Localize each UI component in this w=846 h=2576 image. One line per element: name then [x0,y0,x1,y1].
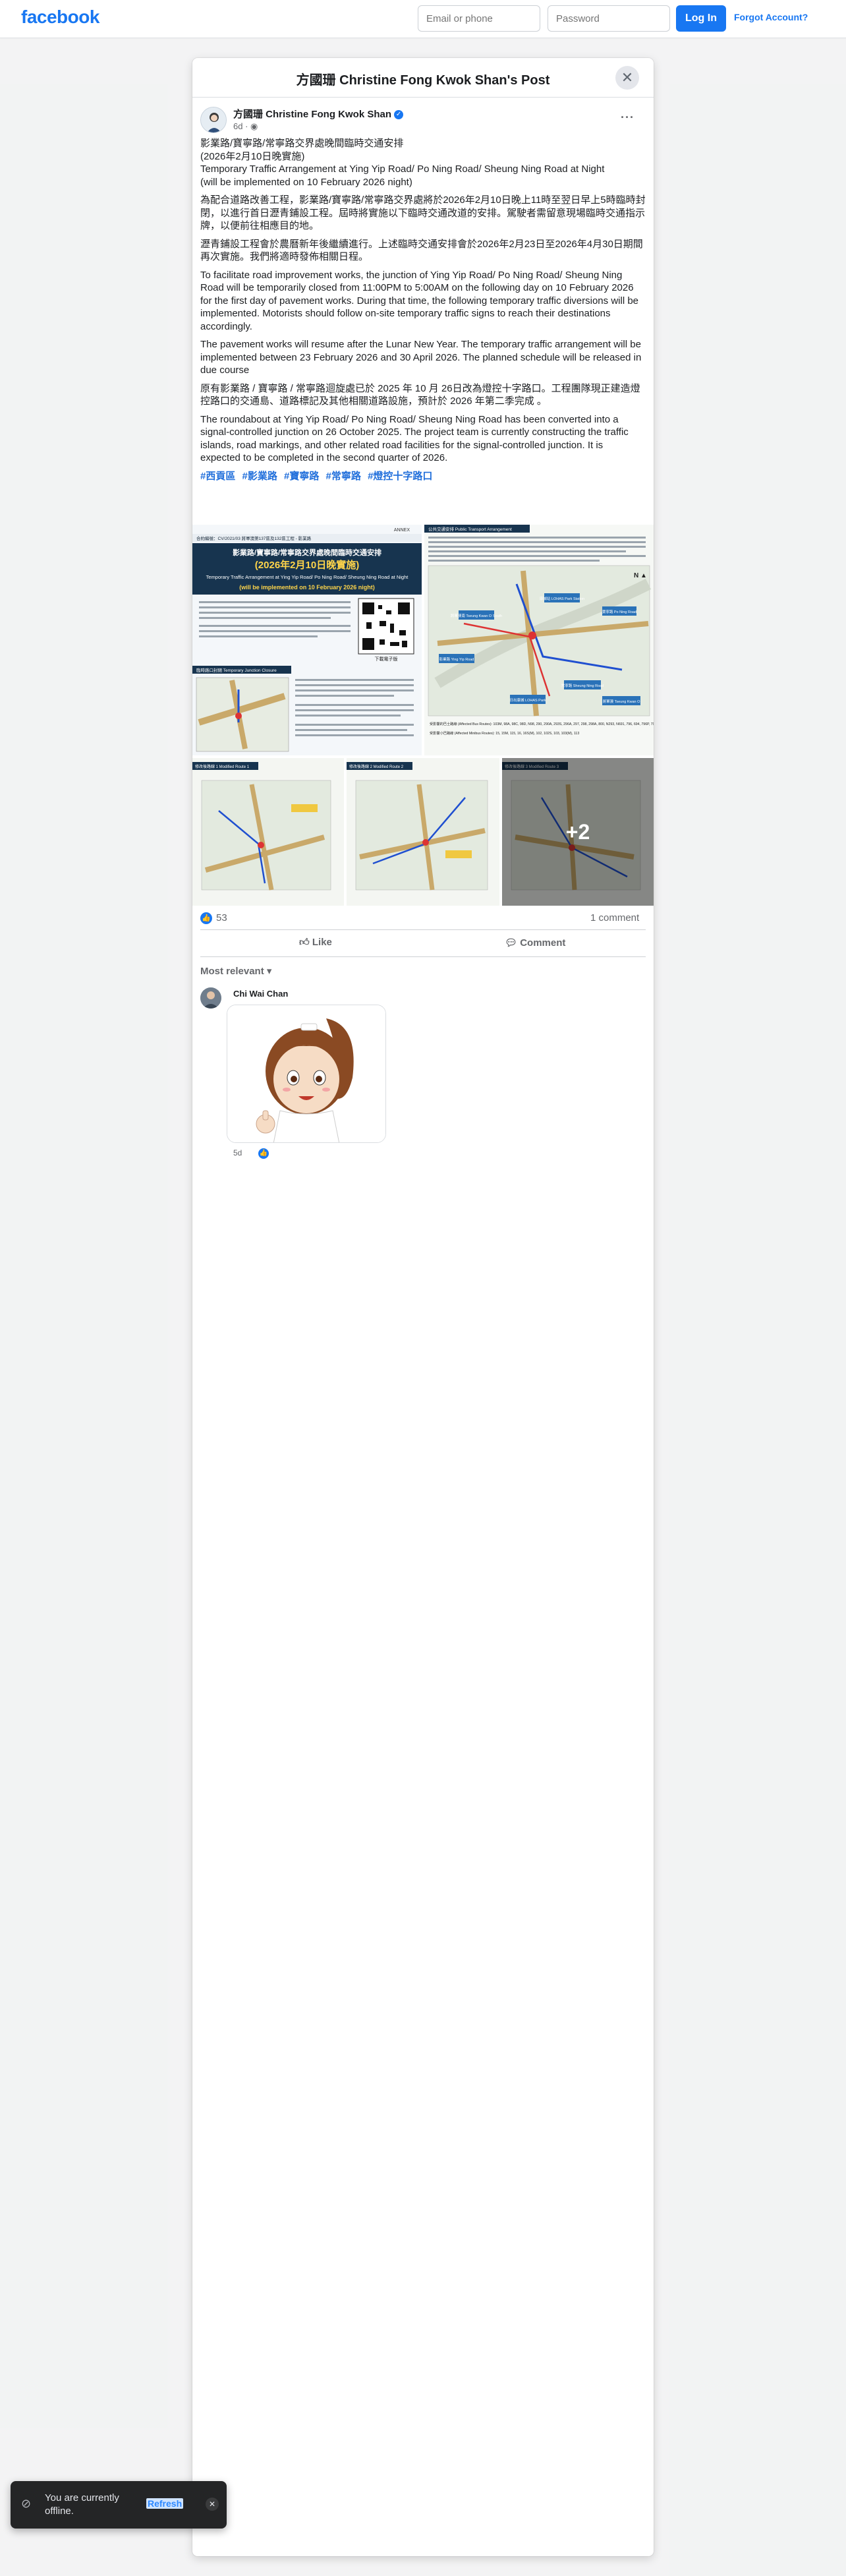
sticker-graphic [227,1005,385,1142]
reaction-count: 53 [216,912,227,923]
top-nav-bar: facebook Log In Forgot Account? [0,0,846,38]
commenter-avatar[interactable] [200,987,221,1009]
route-map-title: 修改後路線 2 Modified Route 2 [349,764,404,769]
comment-button[interactable]: 💬︎ Comment [505,937,565,949]
post-image-grid: ANNEX 合約編號：CV/2021/03 將軍澳第137區及132區工程 - … [192,525,654,907]
wifi-off-icon: ⊘ [21,2497,32,2510]
password-input[interactable] [548,5,670,32]
hashtag-link[interactable]: #燈控十字路口 [368,471,432,482]
post-image-poster[interactable]: ANNEX 合約編號：CV/2021/03 將軍澳第137區及132區工程 - … [192,525,422,755]
post-action-bar: 👍︎ Like 💬︎ Comment [200,929,646,957]
map-graphic: 公共交通安排 Public Transport Arrangement 將軍澳南… [424,525,654,755]
more-images-overlay[interactable]: +2 [502,758,654,906]
post-paragraph: 瀝青鋪設工程會於農曆新年後繼續進行。上述臨時交通安排會於2026年2月23日至2… [200,238,643,263]
poster-qr-label: 下載電子版 [375,656,398,662]
post-image-route-1[interactable]: 修改後路線 1 Modified Route 1 [192,758,344,906]
map-label: 將軍澳 Tseung Kwan O [603,699,641,704]
poster-title-zh: 影業路/寶寧路/常寧路交界處晚間臨時交通安排 [233,548,381,557]
hashtag-link[interactable]: #常寧路 [326,471,361,482]
north-arrow-icon: N ▲ [634,572,647,579]
commenter-avatar-image [200,987,221,1009]
post-time[interactable]: 6d [233,121,242,131]
post-modal: 方國珊 Christine Fong Kwok Shan's Post ✕ 方國… [192,58,654,2556]
post-image-route-2[interactable]: 修改後路線 2 Modified Route 2 [347,758,499,906]
poster-date-en: (will be implemented on 10 February 2026… [239,584,375,591]
post-paragraph: To facilitate road improvement works, th… [200,269,639,332]
comment-label: Comment [520,937,566,949]
map-label: 常寧路 Sheung Ning Road [561,683,604,688]
map-label: 寶寧路 Po Ning Road [602,609,636,614]
map-label: 日出康城 LOHAS Park [509,697,546,703]
author-avatar[interactable] [200,107,227,133]
sort-label: Most relevant [200,966,264,977]
post-paragraph: 影業路/寶寧路/常寧路交界處晚間臨時交通安排 (2026年2月10日晚實施) T… [200,138,605,188]
refresh-button[interactable]: Refresh [146,2498,184,2509]
map-footer: 受影響小巴路線 (Affected Minibus Routes): 15, 1… [430,730,579,736]
offline-message: You are currently offline. [45,2492,119,2517]
comment-sticker [227,1005,386,1143]
comment-sort-dropdown[interactable]: Most relevant ▾ [200,965,271,977]
post-meta: 6d · ◉ [233,121,258,131]
post-image-route-3[interactable]: 修改後路線 3 Modified Route 3 +2 [502,758,654,906]
post-body: 影業路/寶寧路/常寧路交界處晚間臨時交通安排 (2026年2月10日晚實施) T… [200,137,646,483]
map-section-title: 公共交通安排 Public Transport Arrangement [428,526,512,532]
like-label: Like [312,937,332,948]
author-name[interactable]: 方國珊 Christine Fong Kwok Shan [233,109,391,120]
route-map-graphic: 修改後路線 1 Modified Route 1 [192,758,344,906]
hashtag-link[interactable]: #寶寧路 [284,471,319,482]
modal-header: 方國珊 Christine Fong Kwok Shan's Post ✕ [192,58,654,98]
post-paragraph: 為配合道路改善工程，影業路/寶寧路/常寧路交界處將於2026年2月10日晚上11… [200,194,646,231]
comment-time[interactable]: 5d [233,1148,242,1157]
comment-like-reaction-icon[interactable]: 👍 [258,1148,269,1159]
offline-toast: ⊘ You are currently offline. Refresh ✕ [11,2481,227,2529]
close-icon[interactable]: ✕ [206,2498,219,2511]
poster-contract: 合約編號：CV/2021/03 將軍澳第137區及132區工程 - 影業路 [196,535,312,541]
like-reaction-icon: 👍 [200,912,212,925]
poster-title-en: Temporary Traffic Arrangement at Ying Yi… [206,574,409,580]
login-button[interactable]: Log In [676,5,726,32]
post-image-map[interactable]: 公共交通安排 Public Transport Arrangement 將軍澳南… [424,525,654,755]
map-label: 將軍澳南 Tseung Kwan O South [451,613,502,618]
globe-icon: ◉ [250,121,258,131]
comment-count[interactable]: 1 comment [590,912,639,923]
route-map-graphic: 修改後路線 2 Modified Route 2 [347,758,499,906]
map-label: 影業路 Ying Yip Road [439,657,474,662]
poster-graphic: ANNEX 合約編號：CV/2021/03 將軍澳第137區及132區工程 - … [192,525,422,755]
reaction-summary[interactable]: 👍 53 [200,912,227,925]
post-paragraph: 原有影業路 / 寶寧路 / 常寧路迴旋處已於 2025 年 10 月 26日改為… [200,382,640,407]
post-paragraph: The pavement works will resume after the… [200,339,642,376]
facebook-logo[interactable]: facebook [21,7,99,28]
hashtag-list: #西貢區 #影業路 #寶寧路 #常寧路 #燈控十字路口 [200,470,646,483]
verified-badge-icon: ✓ [394,110,404,120]
poster-annex-tag: ANNEX [394,528,410,533]
route-map-title: 修改後路線 1 Modified Route 1 [195,764,250,769]
hashtag-link[interactable]: #西貢區 [200,471,235,482]
hashtag-link[interactable]: #影業路 [242,471,277,482]
avatar-image [201,107,226,132]
map-footer: 受影響的巴士路線 (Affected Bus Routes): 103M, 98… [430,721,654,726]
more-options-icon[interactable]: ··· [621,111,634,125]
close-icon[interactable]: ✕ [615,66,639,90]
poster-date-zh: (2026年2月10日晚實施) [255,559,359,571]
poster-section-title: 臨時路口封閉 Temporary Junction Closure [196,667,277,673]
map-label: 康城站 LOHAS Park Station [540,596,584,601]
post-paragraph: The roundabout at Ying Yip Road/ Po Ning… [200,413,629,464]
like-button[interactable]: 👍︎ Like [299,937,332,949]
thumbs-up-icon: 👍︎ [299,937,310,948]
comment-icon: 💬︎ [505,937,518,949]
modal-title: 方國珊 Christine Fong Kwok Shan's Post [296,73,550,88]
post-author[interactable]: 方國珊 Christine Fong Kwok Shan ✓ [233,107,404,121]
chevron-down-icon: ▾ [266,966,272,977]
forgot-account-link[interactable]: Forgot Account? [734,12,808,22]
commenter-name[interactable]: Chi Wai Chan [233,989,288,999]
email-input[interactable] [418,5,540,32]
